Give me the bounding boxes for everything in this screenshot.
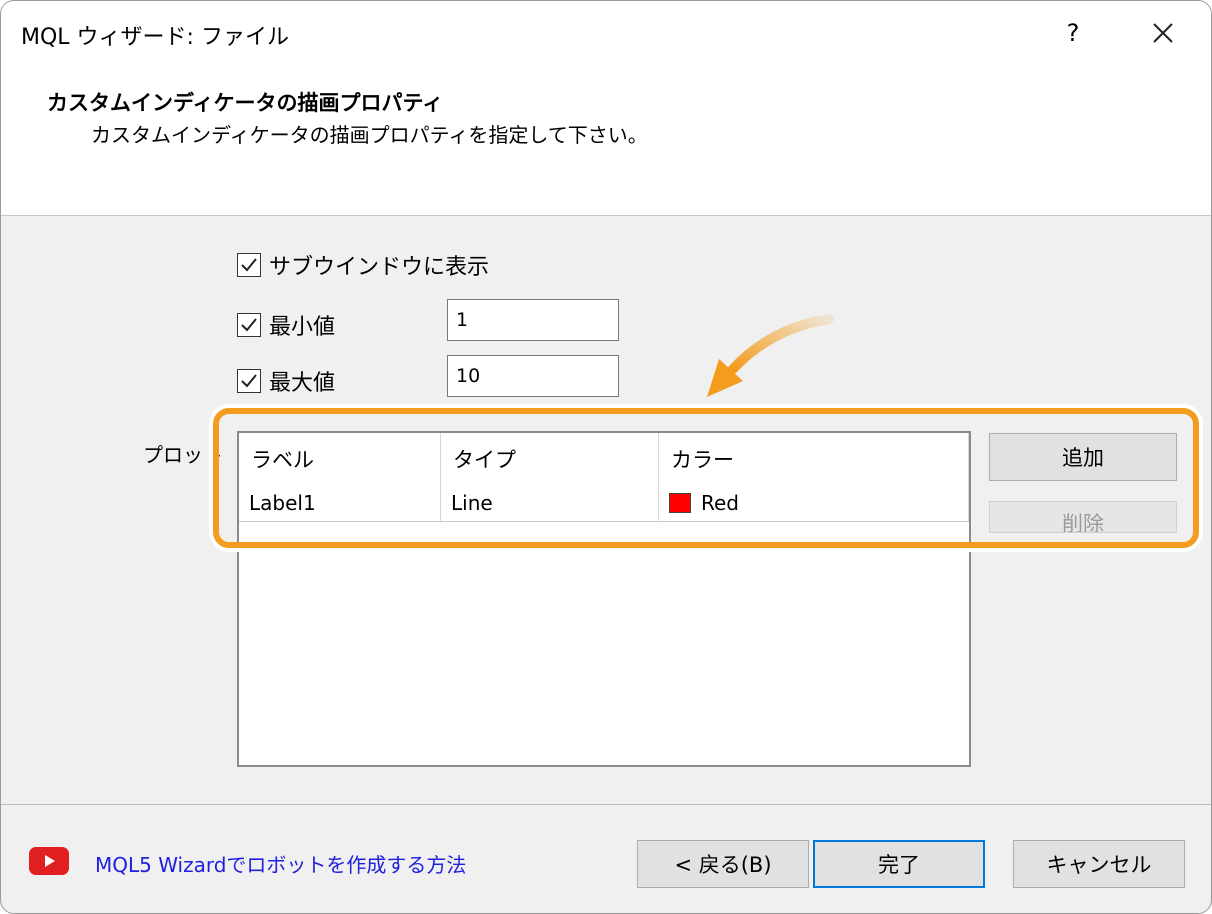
max-value-input[interactable]: 10	[447, 355, 619, 397]
window-title: MQL ウィザード: ファイル	[21, 25, 289, 50]
footer-divider	[1, 804, 1211, 805]
row-color-cell[interactable]: Red	[659, 485, 969, 521]
play-icon	[45, 855, 55, 867]
wizard-dialog: MQL ウィザード: ファイル ? カスタムインディケータの描画プロパティ カス…	[0, 0, 1212, 914]
checkbox-box[interactable]	[237, 313, 261, 337]
column-header-type[interactable]: タイプ	[441, 433, 659, 485]
row-type-cell[interactable]: Line	[441, 485, 659, 521]
close-button[interactable]	[1121, 9, 1205, 57]
color-swatch	[669, 493, 691, 513]
column-header-color[interactable]: カラー	[659, 433, 969, 485]
page-title: カスタムインディケータの描画プロパティ	[47, 91, 444, 115]
cancel-button[interactable]: キャンセル	[1013, 840, 1185, 888]
min-checkbox[interactable]: 最小値	[237, 309, 335, 341]
wizard-header: カスタムインディケータの描画プロパティ カスタムインディケータの描画プロパティを…	[1, 65, 1211, 216]
close-icon	[1153, 23, 1173, 43]
plot-label: プロット	[143, 443, 223, 467]
finish-button[interactable]: 完了	[813, 840, 985, 888]
back-button[interactable]: < 戻る(B)	[637, 840, 809, 888]
max-checkbox[interactable]: 最大値	[237, 365, 335, 397]
add-button[interactable]: 追加	[989, 433, 1177, 481]
column-header-label[interactable]: ラベル	[239, 433, 441, 485]
table-row[interactable]: Label1 Line Red	[239, 485, 969, 522]
row-label-cell[interactable]: Label1	[239, 485, 441, 521]
color-name: Red	[701, 491, 739, 515]
youtube-icon[interactable]	[29, 847, 69, 875]
help-button[interactable]: ?	[1041, 9, 1105, 57]
subwindow-label: サブウインドウに表示	[269, 255, 490, 280]
min-value-input[interactable]: 1	[447, 299, 619, 341]
tutorial-link[interactable]: MQL5 Wizardでロボットを作成する方法	[95, 849, 466, 878]
checkbox-box[interactable]	[237, 369, 261, 393]
checkmark-icon	[241, 258, 257, 272]
checkbox-box[interactable]	[237, 253, 261, 277]
delete-button[interactable]: 削除	[989, 501, 1177, 533]
plot-list[interactable]: ラベル タイプ カラー Label1 Line Red	[237, 431, 971, 767]
checkmark-icon	[241, 374, 257, 388]
list-header: ラベル タイプ カラー	[239, 433, 969, 485]
min-label: 最小値	[269, 315, 336, 340]
max-label: 最大値	[269, 371, 336, 396]
checkmark-icon	[241, 318, 257, 332]
subwindow-checkbox[interactable]: サブウインドウに表示	[237, 249, 489, 281]
page-description: カスタムインディケータの描画プロパティを指定して下さい。	[91, 123, 648, 147]
title-bar: MQL ウィザード: ファイル ?	[1, 1, 1211, 65]
